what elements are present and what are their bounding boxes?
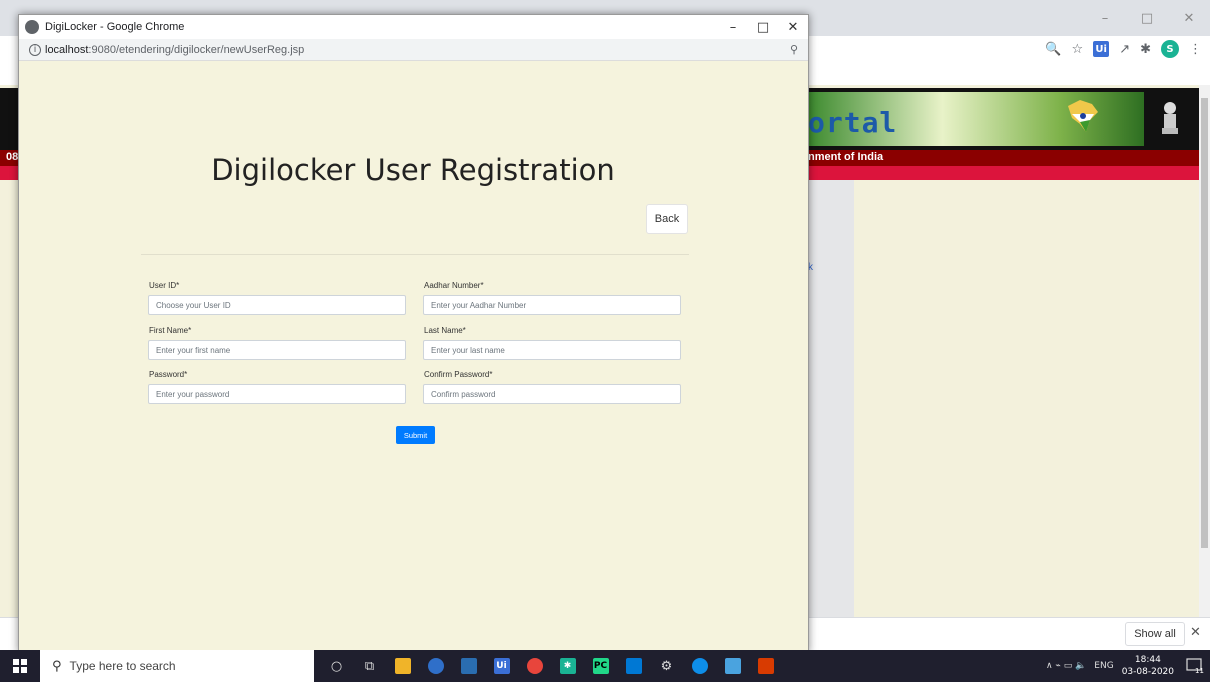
page-title: Digilocker User Registration (211, 153, 615, 187)
last-name-input[interactable]: Enter your last name (423, 340, 681, 360)
notepad-icon[interactable] (716, 650, 749, 682)
aadhar-number-input[interactable]: Enter your Aadhar Number (423, 295, 681, 315)
settings-icon[interactable]: ⚙ (650, 650, 683, 682)
taskbar-search-placeholder: Type here to search (69, 659, 176, 673)
maximize-icon[interactable]: □ (748, 15, 778, 39)
pycharm-icon[interactable]: PC (584, 650, 617, 682)
first-name-input[interactable]: Enter your first name (148, 340, 406, 360)
extension-icon[interactable]: ↗ (1119, 42, 1130, 57)
popup-url-bar[interactable]: i localhost:9080/etendering/digilocker/n… (19, 39, 808, 61)
taskbar-apps: ○ ⧉ Ui ✱ PC ⚙ (320, 650, 782, 682)
india-map-icon (1068, 100, 1098, 132)
close-icon[interactable]: ✕ (1168, 0, 1210, 36)
svg-text:11: 11 (1195, 667, 1204, 674)
office-icon[interactable] (749, 650, 782, 682)
clipped-text: 08 (6, 151, 19, 163)
notification-center-icon[interactable]: 11 (1186, 658, 1204, 674)
snowflake-app-icon[interactable]: ✱ (551, 650, 584, 682)
zoom-icon[interactable]: 🔍 (1045, 42, 1061, 57)
aadhar-number-label: Aadhar Number* (424, 281, 484, 290)
background-sidebar (808, 180, 854, 617)
url-host: localhost (45, 43, 89, 56)
file-explorer-icon[interactable] (386, 650, 419, 682)
submit-button[interactable]: Submit (396, 426, 435, 444)
search-icon: ⚲ (52, 658, 62, 674)
start-button[interactable] (0, 650, 40, 682)
first-name-label: First Name* (149, 326, 192, 335)
popup-page-content: Digilocker User Registration Back User I… (19, 61, 808, 654)
portal-banner-text: ortal (808, 106, 898, 139)
puzzle-icon[interactable]: ✱ (1140, 42, 1151, 57)
windows-taskbar: ⚲ Type here to search ○ ⧉ Ui ✱ PC ⚙ ∧ ⌁ … (0, 650, 1210, 682)
clock-date: 03-08-2020 (1121, 667, 1174, 677)
password-input[interactable]: Enter your password (148, 384, 406, 404)
back-button[interactable]: Back (646, 204, 688, 234)
system-tray: ∧ ⌁ ▭ 🔈 ENG 18:44 03-08-2020 (1046, 650, 1174, 682)
popup-window: DigiLocker - Google Chrome – □ ✕ i local… (18, 14, 809, 654)
close-icon[interactable]: ✕ (778, 15, 808, 39)
clock[interactable]: 18:44 03-08-2020 (1122, 654, 1174, 678)
download-bar-close-icon[interactable]: ✕ (1190, 625, 1201, 640)
edge-icon[interactable] (419, 650, 452, 682)
confirm-password-input[interactable]: Confirm password (423, 384, 681, 404)
password-label: Password* (149, 370, 188, 379)
url-path: :9080/etendering/digilocker/newUserReg.j… (88, 43, 305, 56)
government-of-india-text: nment of India (808, 151, 884, 163)
scrollbar-thumb[interactable] (1201, 98, 1208, 548)
divider (141, 254, 689, 255)
cortana-icon[interactable]: ○ (320, 650, 353, 682)
background-toolbar-icons: 🔍 ☆ Ui ↗ ✱ S ⋮ (1045, 37, 1202, 61)
bookmark-star-icon[interactable]: ☆ (1072, 42, 1084, 57)
chrome-icon (25, 20, 39, 34)
uipath-extension-icon[interactable]: Ui (1093, 41, 1110, 57)
minimize-icon[interactable]: – (1084, 0, 1126, 36)
popup-url[interactable]: localhost:9080/etendering/digilocker/new… (45, 44, 304, 56)
profile-avatar[interactable]: S (1161, 40, 1179, 58)
background-window-controls: – □ ✕ (1084, 0, 1210, 36)
tray-icons[interactable]: ∧ ⌁ ▭ 🔈 (1046, 661, 1086, 671)
task-view-icon[interactable]: ⧉ (353, 650, 386, 682)
uipath-icon[interactable]: Ui (485, 650, 518, 682)
popup-window-controls: – □ ✕ (718, 15, 808, 39)
confirm-password-label: Confirm Password* (424, 370, 493, 379)
chrome-icon[interactable] (518, 650, 551, 682)
teamviewer-icon[interactable] (683, 650, 716, 682)
popup-title-bar: DigiLocker - Google Chrome – □ ✕ (19, 15, 808, 39)
show-all-button[interactable]: Show all (1125, 622, 1185, 646)
user-id-label: User ID* (149, 281, 180, 290)
zoom-icon[interactable]: ⚲ (790, 43, 798, 56)
mail-icon[interactable] (617, 650, 650, 682)
national-emblem-icon (1150, 94, 1190, 144)
minimize-icon[interactable]: – (718, 15, 748, 39)
user-id-input[interactable]: Choose your User ID (148, 295, 406, 315)
language-indicator[interactable]: ENG (1094, 661, 1113, 671)
info-icon[interactable]: i (29, 43, 41, 56)
maximize-icon[interactable]: □ (1126, 0, 1168, 36)
menu-icon[interactable]: ⋮ (1189, 42, 1202, 57)
clock-time: 18:44 (1134, 655, 1161, 665)
sourcetree-icon[interactable] (452, 650, 485, 682)
last-name-label: Last Name* (424, 326, 466, 335)
popup-title: DigiLocker - Google Chrome (45, 21, 185, 33)
windows-logo-icon (13, 659, 27, 673)
taskbar-search[interactable]: ⚲ Type here to search (40, 650, 314, 682)
